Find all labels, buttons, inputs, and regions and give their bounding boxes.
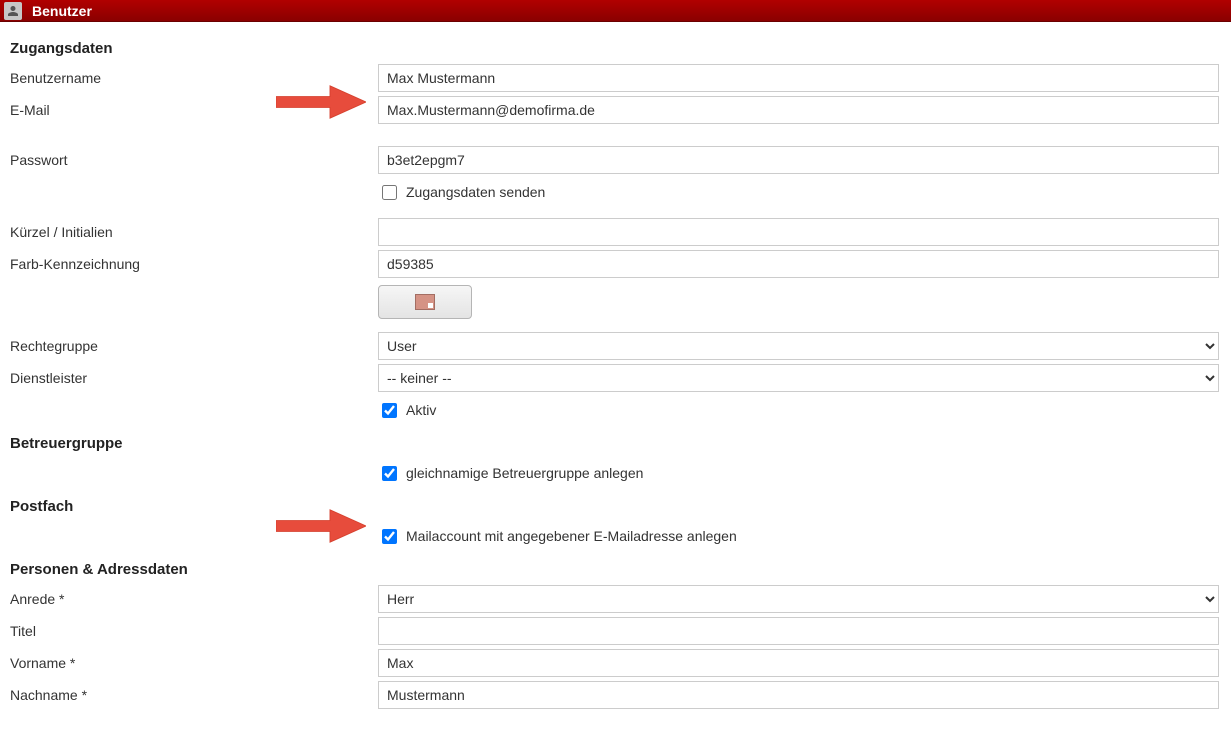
email-input[interactable] [378, 96, 1219, 124]
section-title-person: Personen & Adressdaten [10, 561, 1221, 578]
label-lastname: Nachname * [10, 683, 378, 707]
salutation-select[interactable]: Herr [378, 585, 1219, 613]
active-checkbox[interactable] [382, 403, 397, 418]
rights-group-select[interactable]: User [378, 332, 1219, 360]
label-initials: Kürzel / Initialien [10, 220, 378, 244]
section-title-access: Zugangsdaten [10, 40, 1221, 57]
label-salutation: Anrede * [10, 587, 378, 611]
title-input[interactable] [378, 617, 1219, 645]
label-color: Farb-Kennzeichnung [10, 252, 378, 276]
panel-header: Benutzer [0, 0, 1231, 22]
password-input[interactable] [378, 146, 1219, 174]
provider-select[interactable]: -- keiner -- [378, 364, 1219, 392]
firstname-input[interactable] [378, 649, 1219, 677]
label-password: Passwort [10, 148, 378, 172]
send-access-label: Zugangsdaten senden [406, 184, 545, 200]
lastname-input[interactable] [378, 681, 1219, 709]
username-input[interactable] [378, 64, 1219, 92]
section-title-mailbox: Postfach [10, 498, 1221, 515]
color-input[interactable] [378, 250, 1219, 278]
initials-input[interactable] [378, 218, 1219, 246]
create-mailaccount-checkbox[interactable] [382, 529, 397, 544]
create-caregroup-checkbox[interactable] [382, 466, 397, 481]
label-provider: Dienstleister [10, 366, 378, 390]
active-label: Aktiv [406, 402, 436, 418]
panel-title: Benutzer [32, 3, 92, 19]
send-access-checkbox[interactable] [382, 185, 397, 200]
color-picker-button[interactable] [378, 285, 472, 319]
section-title-caregroup: Betreuergruppe [10, 435, 1221, 452]
create-mailaccount-label: Mailaccount mit angegebener E-Mailadress… [406, 528, 737, 544]
label-username: Benutzername [10, 66, 378, 90]
label-title: Titel [10, 619, 378, 643]
color-swatch-icon [415, 294, 435, 310]
user-form: Zugangsdaten Benutzername E-Mail Passwor… [0, 22, 1231, 732]
label-firstname: Vorname * [10, 651, 378, 675]
user-icon [4, 2, 22, 20]
label-email: E-Mail [10, 98, 378, 122]
create-caregroup-label: gleichnamige Betreuergruppe anlegen [406, 465, 643, 481]
label-rights-group: Rechtegruppe [10, 334, 378, 358]
